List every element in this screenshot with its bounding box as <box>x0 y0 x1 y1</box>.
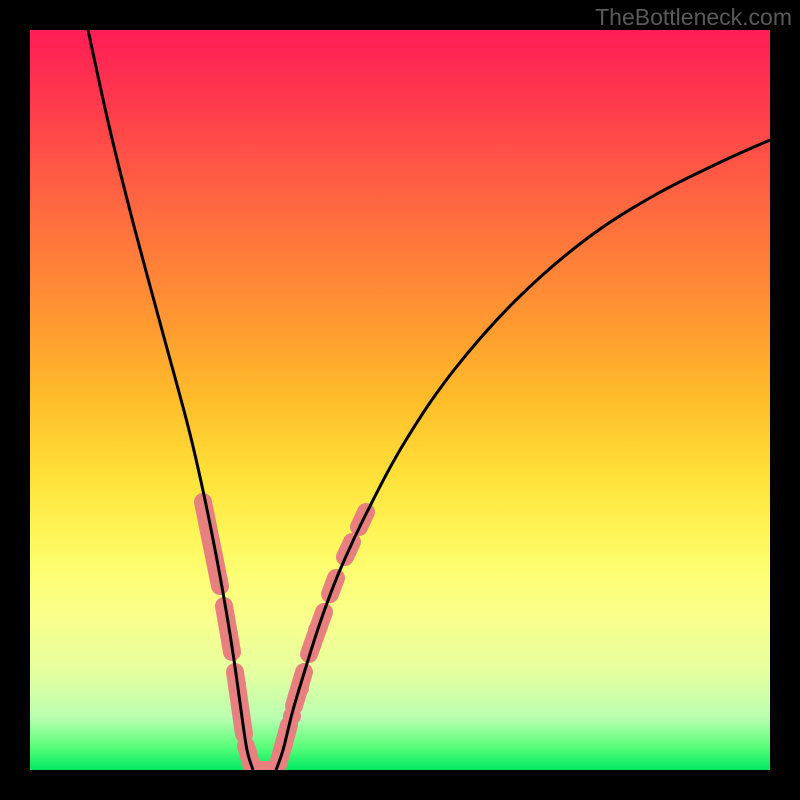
marker-segment <box>203 502 220 586</box>
curve-layer <box>88 30 770 770</box>
curve-right-branch <box>276 140 770 770</box>
watermark-text: TheBottleneck.com <box>595 4 792 31</box>
curve-overlay <box>30 30 770 770</box>
chart-plot-area <box>30 30 770 770</box>
marker-layer <box>203 502 366 770</box>
